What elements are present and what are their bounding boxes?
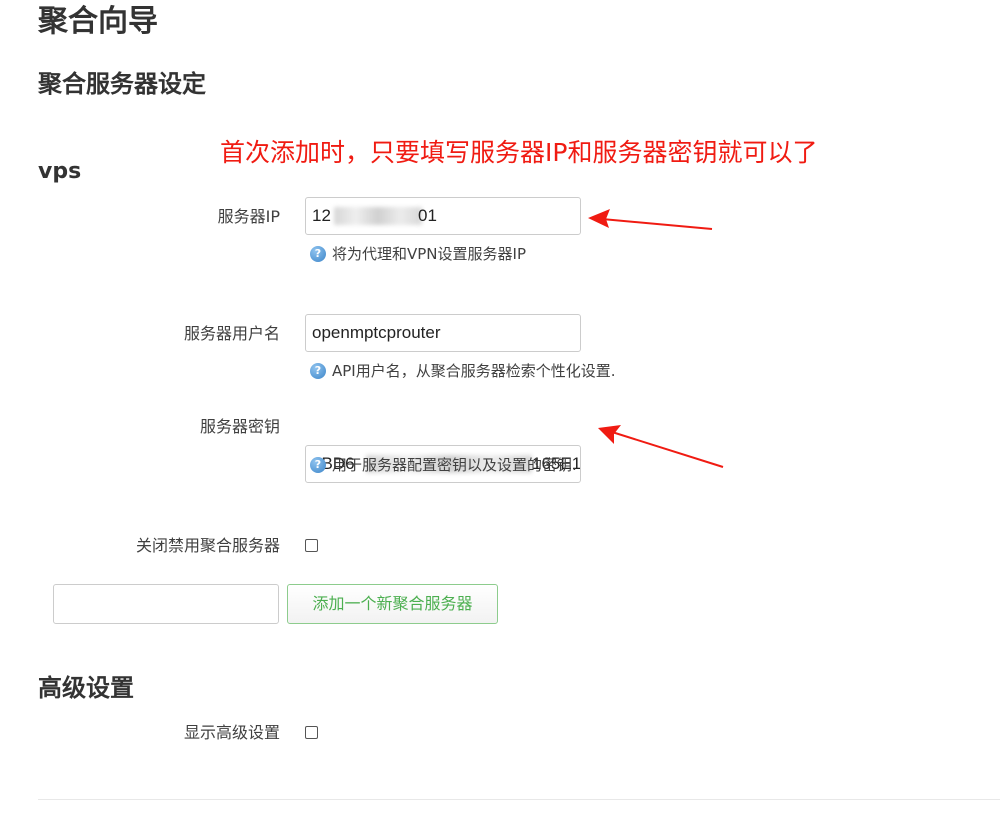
red-arrow-annotation (588, 209, 713, 230)
page: 聚合向导 聚合服务器设定 vps 首次添加时，只要填写服务器IP和服务器密钥就可… (0, 0, 1000, 828)
red-arrow-annotation (598, 425, 724, 468)
annotation-arrows (588, 209, 724, 468)
